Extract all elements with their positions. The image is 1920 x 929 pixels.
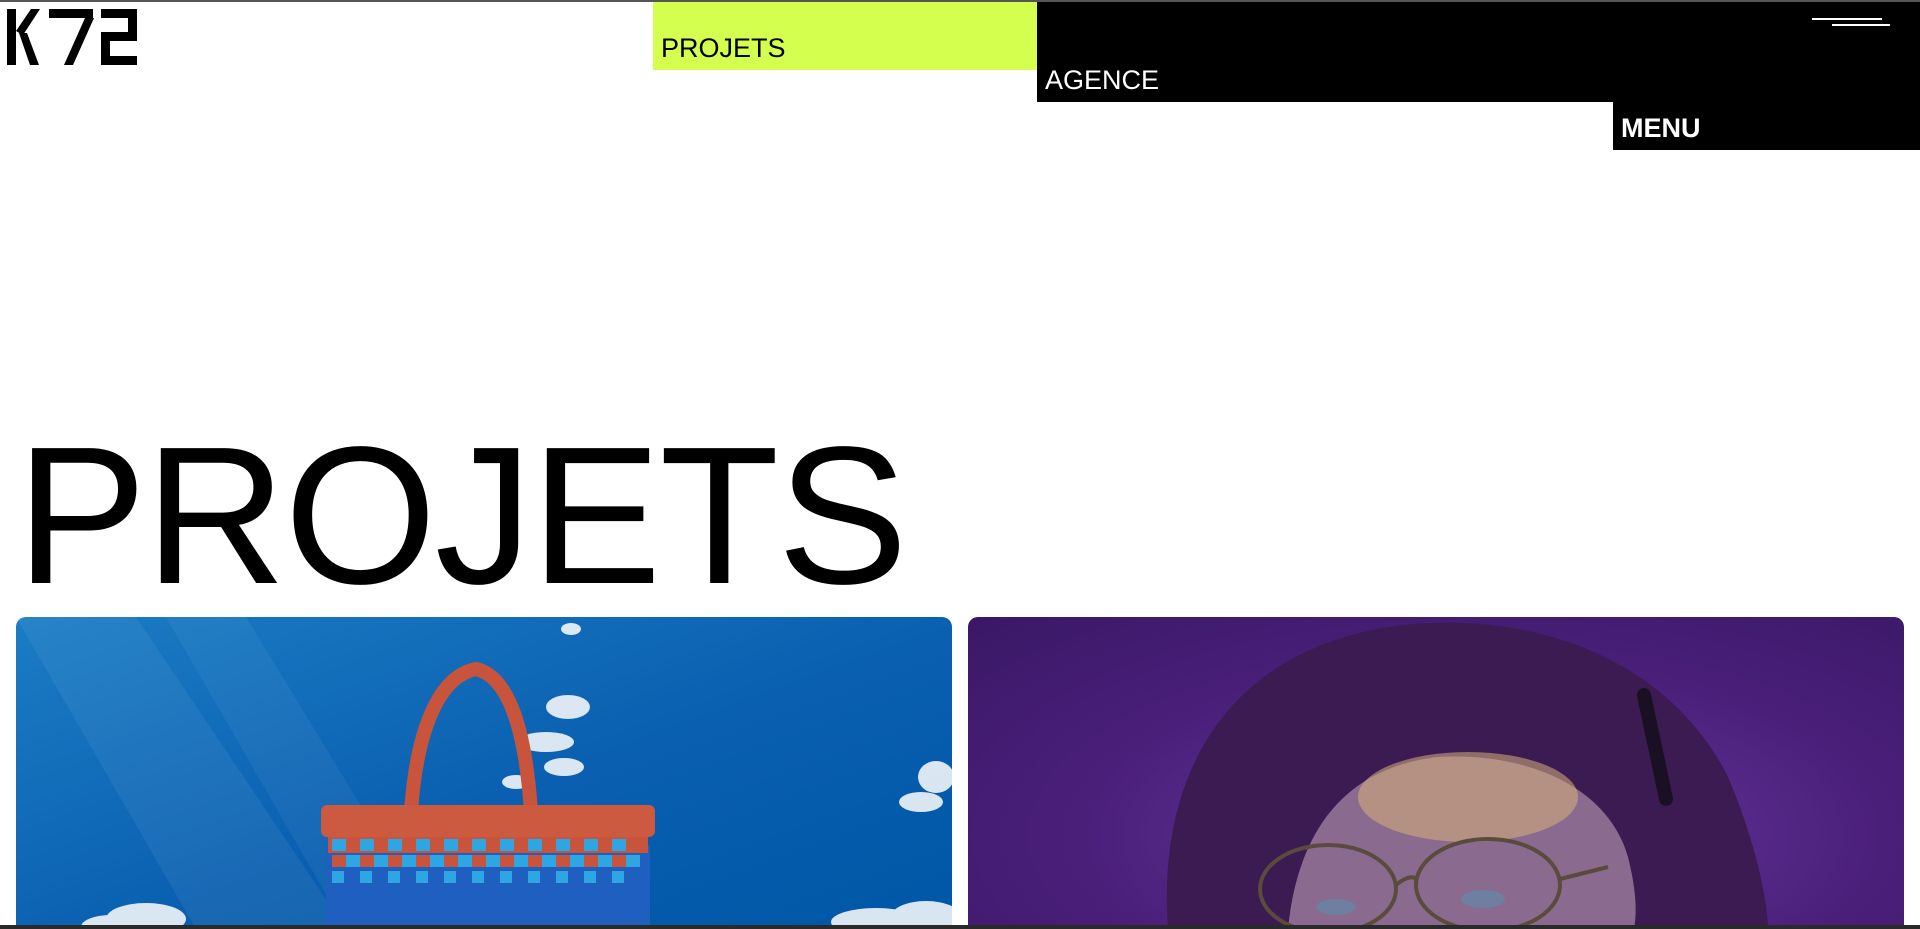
project-card-portrait[interactable] — [968, 617, 1904, 929]
logo[interactable] — [7, 9, 137, 65]
nav-agence-label: AGENCE — [1045, 65, 1160, 95]
hamburger-icon[interactable] — [1810, 16, 1894, 30]
nav-menu-label: MENU — [1621, 113, 1701, 143]
tote-bag-image — [16, 617, 952, 929]
hamburger-line-top — [1812, 18, 1882, 20]
nav-projets[interactable]: PROJETS — [653, 2, 1037, 70]
nav-projets-label: PROJETS — [661, 33, 786, 63]
page: PROJETS AGENCE MENU PROJETS — [0, 0, 1920, 929]
k72-logo-icon — [7, 9, 137, 65]
nav-agence[interactable]: AGENCE — [1037, 2, 1920, 102]
portrait-image — [1166, 622, 1768, 929]
hamburger-line-bottom — [1832, 24, 1890, 26]
nav-menu[interactable]: MENU — [1613, 100, 1920, 150]
bottom-border — [0, 925, 1920, 929]
page-title: PROJETS — [16, 406, 908, 625]
project-card-tote-bag[interactable] — [16, 617, 952, 929]
